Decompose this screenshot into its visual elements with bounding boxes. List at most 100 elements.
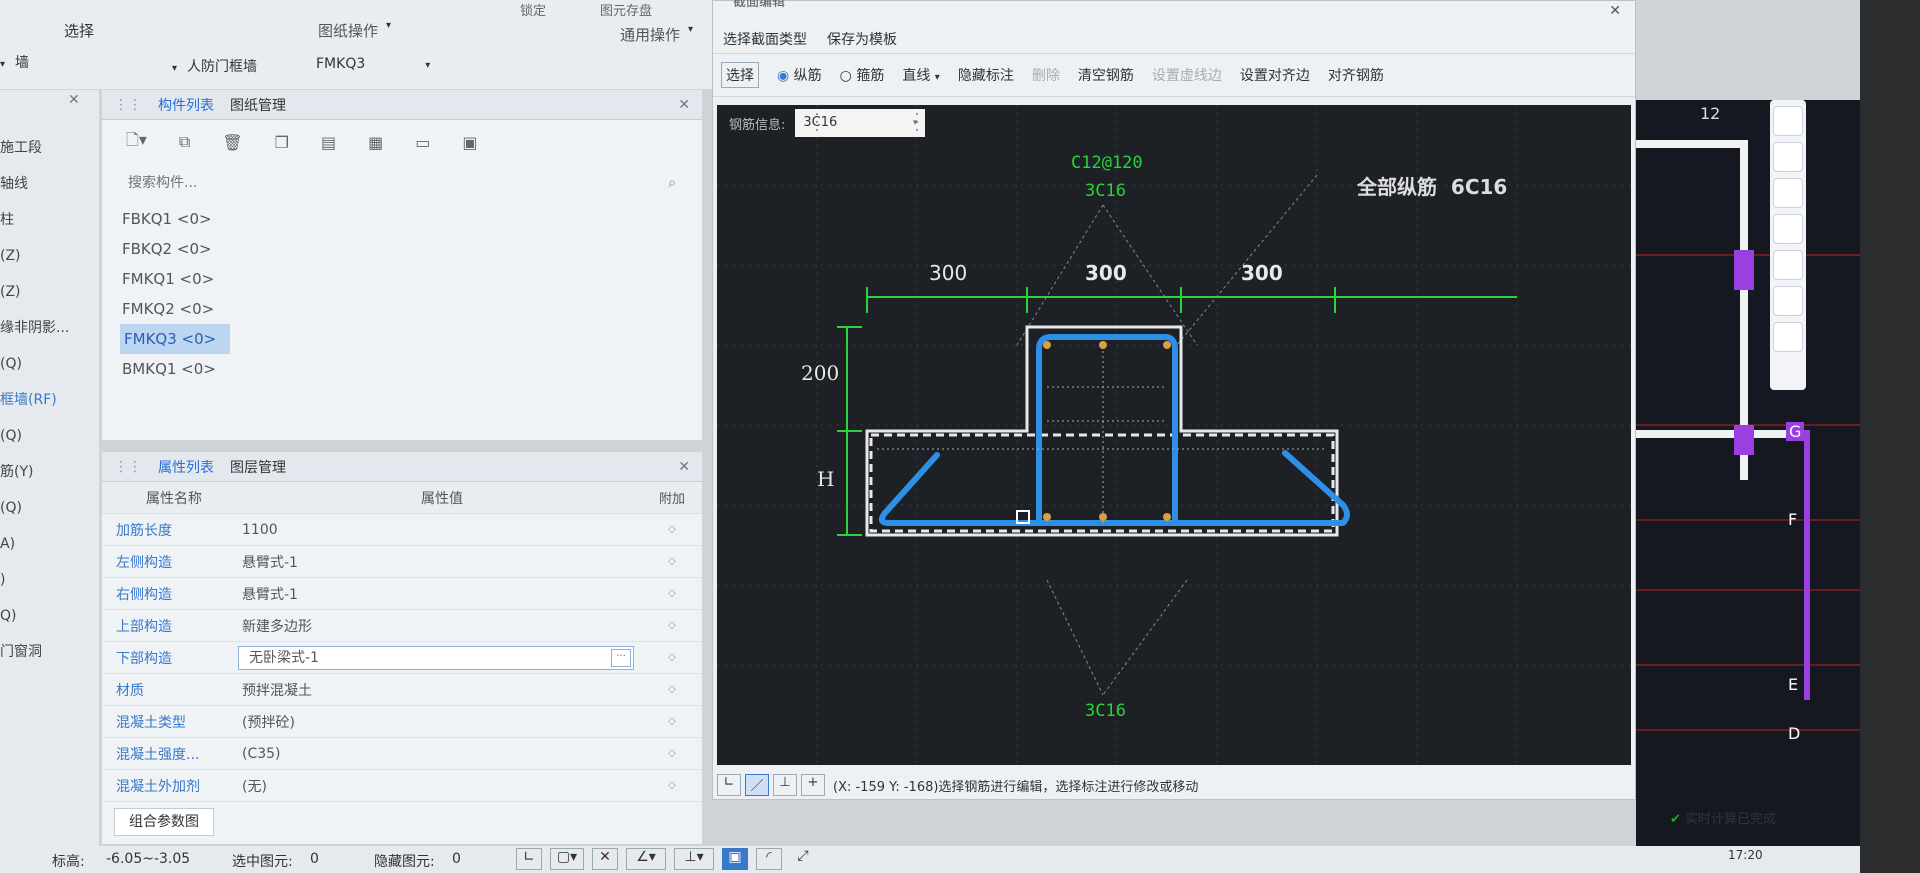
angle-icon[interactable]: ∠▾ (626, 848, 666, 870)
snap-add-icon[interactable]: + (801, 774, 825, 796)
menu-save-template[interactable]: 保存为模板 (827, 29, 897, 49)
expand-icon[interactable]: ⤢ (790, 848, 816, 870)
tab-component-list[interactable]: 构件列表 (158, 95, 214, 115)
tab-property-list[interactable]: 属性列表 (158, 457, 214, 477)
view-cube-icon[interactable] (1773, 142, 1803, 172)
dim-label-3[interactable]: 300 (1241, 261, 1283, 285)
layer-icon[interactable]: ❐ (275, 133, 289, 152)
label-stirrup[interactable]: C12@120 (1071, 153, 1143, 173)
component-search[interactable]: ⌕ (122, 168, 682, 198)
left-menu-item[interactable]: A) (0, 526, 99, 562)
offset-icon[interactable]: ⊥▾ (674, 848, 714, 870)
tab-layer-manage[interactable]: 图层管理 (230, 457, 286, 477)
tab-drawing-manage[interactable]: 图纸管理 (230, 95, 286, 115)
left-menu-item[interactable]: 柱 (0, 202, 99, 238)
radio-longitudinal[interactable]: ◉ 纵筋 (777, 65, 822, 85)
checkbox[interactable]: ◇ (642, 524, 702, 535)
fullscreen-icon[interactable] (1773, 250, 1803, 280)
radio-stirrup[interactable]: ○ 箍筋 (840, 65, 885, 85)
snap-icon[interactable]: ▣ (722, 848, 748, 870)
drawing-ops-menu[interactable]: 图纸操作 (318, 20, 378, 41)
set-dash-edge-button[interactable]: 设置虚线边 (1152, 65, 1222, 85)
component-select[interactable]: FMKQ3 ▾ (316, 56, 430, 72)
view-iso-icon[interactable] (1773, 214, 1803, 244)
checkbox[interactable]: ◇ (642, 716, 702, 727)
set-align-edge-button[interactable]: 设置对齐边 (1240, 65, 1310, 85)
dialog-close-icon[interactable]: ✕ (1609, 3, 1621, 19)
label-top-rebar[interactable]: 3C16 (1085, 181, 1126, 201)
copy-icon[interactable]: ⧉ (179, 132, 190, 152)
left-menu-item[interactable]: 框墙(RF) (0, 382, 99, 418)
list-item[interactable]: BMKQ1 <0> (102, 354, 702, 384)
view-sphere-icon[interactable] (1773, 106, 1803, 136)
checkbox[interactable]: ◇ (642, 684, 702, 695)
delete-button[interactable]: 删除 (1032, 65, 1060, 85)
hide-label-button[interactable]: 隐藏标注 (958, 65, 1014, 85)
table-row[interactable]: 混凝土类型 (预拌砼) ◇ (102, 706, 702, 738)
grid-icon[interactable]: ▣ (462, 133, 477, 152)
snap-line-icon[interactable]: ／ (745, 774, 769, 796)
list-item[interactable]: FBKQ1 <0> (102, 204, 702, 234)
left-menu-item[interactable]: Q) (0, 598, 99, 634)
list-item[interactable]: FBKQ2 <0> (102, 234, 702, 264)
code-icon[interactable]: ▭ (415, 133, 430, 152)
property-close-icon[interactable]: ✕ (678, 459, 690, 475)
box-icon[interactable] (1773, 286, 1803, 316)
table-row[interactable]: 右侧构造 悬臂式-1 ◇ (102, 578, 702, 610)
rect-icon[interactable]: ▢▾ (550, 848, 584, 870)
ortho-icon[interactable]: ∟ (516, 848, 542, 870)
left-close-icon[interactable]: ✕ (68, 92, 80, 108)
search-icon[interactable]: ⌕ (668, 175, 676, 191)
left-menu-item[interactable]: 缘非阴影... (0, 310, 99, 346)
table-row-active[interactable]: 下部构造 无卧梁式-1 ··· ◇ (102, 642, 702, 674)
select-menu[interactable]: 选择 (64, 20, 94, 41)
more-button[interactable]: ··· (611, 648, 631, 667)
table-row[interactable]: 左侧构造 悬臂式-1 ◇ (102, 546, 702, 578)
category-select[interactable]: ▾ 人防门框墙 (172, 56, 257, 76)
snap-perp-icon[interactable]: ⊥ (773, 774, 797, 796)
table-row[interactable]: 加筋长度 1100 ◇ (102, 514, 702, 546)
left-menu-item[interactable]: (Z) (0, 238, 99, 274)
checkbox[interactable]: ◇ (642, 748, 702, 759)
left-menu-item[interactable]: 施工段 (0, 130, 99, 166)
cross-icon[interactable]: ✕ (592, 848, 618, 870)
align-rebar-button[interactable]: 对齐钢筋 (1328, 65, 1384, 85)
clear-rebar-button[interactable]: 清空钢筋 (1078, 65, 1134, 85)
combine-params-button[interactable]: 组合参数图 (114, 808, 214, 836)
left-menu-item[interactable]: 轴线 (0, 166, 99, 202)
left-menu-item[interactable]: (Q) (0, 490, 99, 526)
checkbox[interactable]: ◇ (642, 588, 702, 599)
list-item[interactable]: FMKQ2 <0> (102, 294, 702, 324)
label-bottom-rebar[interactable]: 3C16 (1085, 701, 1126, 721)
list-item[interactable]: FMKQ1 <0> (102, 264, 702, 294)
left-menu-item[interactable]: ) (0, 562, 99, 598)
dim-label-1[interactable]: 300 (929, 261, 967, 285)
view-front-icon[interactable] (1773, 178, 1803, 208)
table-row[interactable]: 混凝土外加剂 (无) ◇ (102, 770, 702, 802)
left-menu-item[interactable]: (Q) (0, 346, 99, 382)
menu-select-section-type[interactable]: 选择截面类型 (723, 29, 807, 49)
label-all-rebar[interactable]: 全部纵筋 6C16 (1357, 171, 1507, 200)
wall-select[interactable]: ▾ 墙 (0, 52, 60, 78)
drag-handle-icon[interactable]: ⋮⋮ (114, 459, 142, 475)
table-icon[interactable]: ▤ (321, 133, 336, 152)
report-icon[interactable] (1773, 322, 1803, 352)
arc-icon[interactable]: ◜ (756, 848, 782, 870)
dim-label-left[interactable]: 200 (801, 361, 839, 385)
table-row[interactable]: 上部构造 新建多边形 ◇ (102, 610, 702, 642)
dim-label-h[interactable]: H (817, 467, 834, 491)
table-row[interactable]: 混凝土强度... (C35) ◇ (102, 738, 702, 770)
line-dropdown[interactable]: 直线 ▾ (902, 65, 939, 85)
component-close-icon[interactable]: ✕ (678, 97, 690, 113)
save-elements-button[interactable]: 图元存盘 (600, 0, 652, 19)
edit-icon[interactable]: ▦ (368, 133, 383, 152)
checkbox[interactable]: ◇ (642, 652, 702, 663)
checkbox[interactable]: ◇ (642, 620, 702, 631)
drag-handle-icon[interactable]: ⋮⋮ (114, 97, 142, 113)
left-menu-item[interactable]: (Z) (0, 274, 99, 310)
checkbox[interactable]: ◇ (642, 556, 702, 567)
new-icon[interactable]: 🗋▾ (126, 129, 147, 156)
delete-icon[interactable]: 🗑 (222, 133, 242, 152)
search-input[interactable] (122, 175, 682, 191)
list-item-selected[interactable]: FMKQ3 <0> (120, 324, 230, 354)
